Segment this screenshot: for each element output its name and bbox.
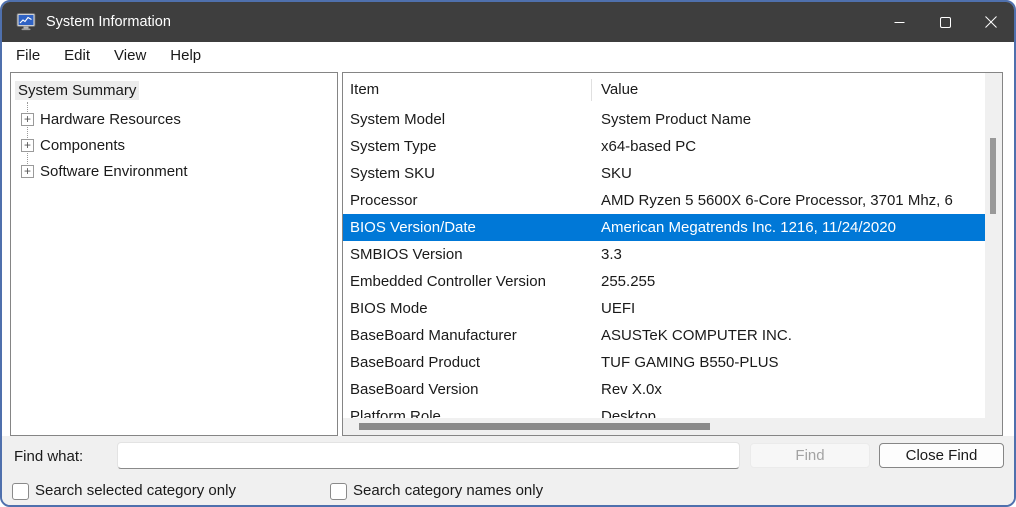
column-header-item[interactable]: Item: [343, 81, 591, 98]
find-what-label: Find what:: [14, 448, 83, 465]
tree-item-hardware-resources[interactable]: + Hardware Resources: [11, 106, 337, 132]
minimize-button[interactable]: [876, 2, 922, 42]
details-list-panel: Item Value System ModelSystem Product Na…: [342, 72, 1003, 436]
item-cell: Embedded Controller Version: [343, 273, 591, 290]
table-row[interactable]: ProcessorAMD Ryzen 5 5600X 6-Core Proces…: [343, 187, 985, 214]
value-cell: ASUSTeK COMPUTER INC.: [591, 327, 985, 344]
horizontal-scrollbar-thumb[interactable]: [359, 423, 710, 430]
category-tree-panel: System Summary + Hardware Resources + Compo…: [10, 72, 338, 436]
value-cell: TUF GAMING B550-PLUS: [591, 354, 985, 371]
tree-item-components[interactable]: + Components: [11, 132, 337, 158]
item-cell: System Type: [343, 138, 591, 155]
table-row[interactable]: BIOS ModeUEFI: [343, 295, 985, 322]
tree-item-label: Hardware Resources: [40, 111, 181, 128]
find-button[interactable]: Find: [750, 443, 870, 468]
search-category-names-checkbox[interactable]: [330, 483, 347, 500]
tree-item-software-environment[interactable]: + Software Environment: [11, 158, 337, 184]
menu-edit[interactable]: Edit: [64, 47, 90, 64]
list-rows: System ModelSystem Product NameSystem Ty…: [343, 106, 985, 420]
table-row[interactable]: SMBIOS Version3.3: [343, 241, 985, 268]
tree-item-system-summary[interactable]: System Summary: [15, 81, 337, 100]
table-row[interactable]: System SKUSKU: [343, 160, 985, 187]
table-row[interactable]: System Typex64-based PC: [343, 133, 985, 160]
expand-icon[interactable]: +: [21, 139, 34, 152]
search-category-names-label: Search category names only: [353, 482, 543, 499]
table-row[interactable]: BaseBoard ProductTUF GAMING B550-PLUS: [343, 349, 985, 376]
value-cell: Rev X.0x: [591, 381, 985, 398]
expand-icon[interactable]: +: [21, 113, 34, 126]
list-header: Item Value: [343, 73, 985, 106]
item-cell: System SKU: [343, 165, 591, 182]
item-cell: BaseBoard Manufacturer: [343, 327, 591, 344]
vertical-scrollbar-thumb[interactable]: [990, 138, 996, 214]
tree-item-label: Software Environment: [40, 163, 188, 180]
value-cell: SKU: [591, 165, 985, 182]
menu-file[interactable]: File: [16, 47, 40, 64]
table-row[interactable]: BaseBoard VersionRev X.0x: [343, 376, 985, 403]
scrollbar-corner: [985, 418, 1002, 435]
table-row[interactable]: System ModelSystem Product Name: [343, 106, 985, 133]
value-cell: 255.255: [591, 273, 985, 290]
value-cell: System Product Name: [591, 111, 985, 128]
find-options-row: Search selected category only Search cat…: [2, 480, 1014, 504]
menu-help[interactable]: Help: [170, 47, 201, 64]
column-header-value[interactable]: Value: [592, 81, 985, 98]
window-controls: [876, 2, 1014, 42]
window-title: System Information: [46, 14, 171, 30]
item-cell: System Model: [343, 111, 591, 128]
item-cell: SMBIOS Version: [343, 246, 591, 263]
menu-bar: File Edit View Help: [2, 42, 1014, 68]
search-selected-category-label: Search selected category only: [35, 482, 236, 499]
tree-item-label: Components: [40, 137, 125, 154]
expand-icon[interactable]: +: [21, 165, 34, 178]
value-cell: AMD Ryzen 5 5600X 6-Core Processor, 3701…: [591, 192, 985, 209]
system-information-window: System Information File Edit View Help S…: [0, 0, 1016, 507]
close-find-button[interactable]: Close Find: [879, 443, 1004, 468]
item-cell: Processor: [343, 192, 591, 209]
item-cell: BIOS Version/Date: [343, 219, 591, 236]
system-information-app-icon: [16, 13, 36, 31]
tree-root-label: System Summary: [15, 81, 139, 100]
vertical-scrollbar[interactable]: [985, 73, 1002, 418]
table-row[interactable]: Embedded Controller Version255.255: [343, 268, 985, 295]
title-bar: System Information: [2, 2, 1014, 42]
close-icon: [985, 16, 997, 28]
minimize-icon: [894, 17, 905, 28]
maximize-button[interactable]: [922, 2, 968, 42]
horizontal-scrollbar[interactable]: [343, 418, 985, 435]
find-bar: Find what: Find Close Find Search select…: [2, 436, 1014, 505]
find-input[interactable]: [117, 442, 740, 469]
menu-view[interactable]: View: [114, 47, 146, 64]
maximize-icon: [940, 17, 951, 28]
close-button[interactable]: [968, 2, 1014, 42]
table-row[interactable]: BIOS Version/DateAmerican Megatrends Inc…: [343, 214, 985, 241]
value-cell: American Megatrends Inc. 1216, 11/24/202…: [591, 219, 985, 236]
item-cell: BIOS Mode: [343, 300, 591, 317]
item-cell: BaseBoard Version: [343, 381, 591, 398]
table-row[interactable]: BaseBoard ManufacturerASUSTeK COMPUTER I…: [343, 322, 985, 349]
value-cell: x64-based PC: [591, 138, 985, 155]
value-cell: UEFI: [591, 300, 985, 317]
tree-items: + Hardware Resources + Components + Software …: [11, 106, 337, 184]
item-cell: BaseBoard Product: [343, 354, 591, 371]
search-selected-category-checkbox[interactable]: [12, 483, 29, 500]
value-cell: 3.3: [591, 246, 985, 263]
